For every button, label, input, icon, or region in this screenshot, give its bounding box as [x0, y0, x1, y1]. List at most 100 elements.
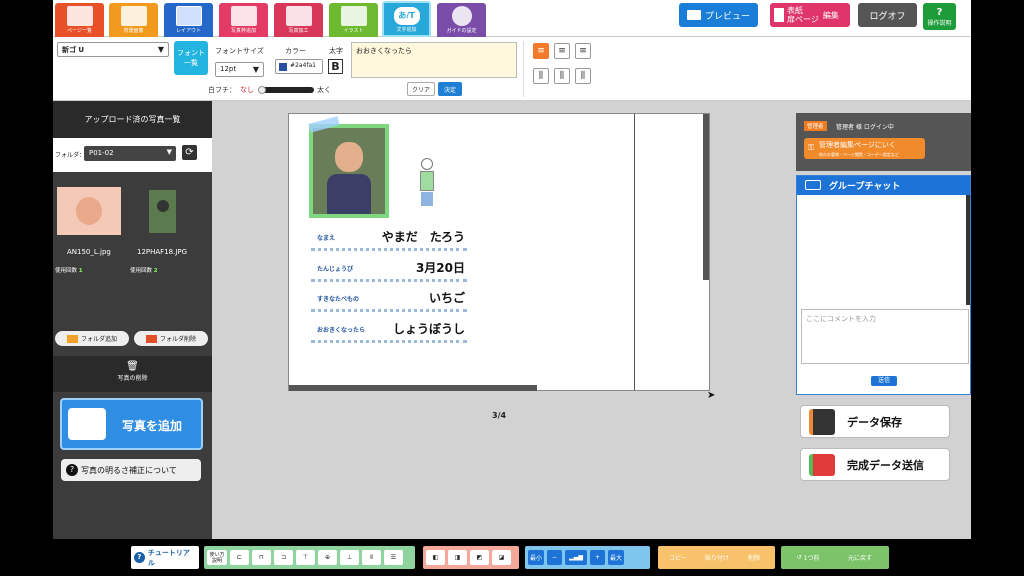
edit-tools: コピー 貼り付け 削除	[658, 546, 775, 569]
tab-guide-settings[interactable]: ガイドの設定	[437, 3, 486, 37]
page-number: 3/4	[492, 411, 507, 420]
photo-frame[interactable]	[309, 124, 389, 218]
distribute-h-icon[interactable]: ⫴	[362, 550, 381, 565]
valign-middle-icon[interactable]: ⫼	[554, 68, 570, 84]
photo-panel: アップロード済の写真一覧 フォルダ： P01-02 ▼ ⟳ AN150_L.jpg…	[53, 101, 212, 539]
zoom-level-icon: ▂▄▆	[565, 550, 588, 565]
laptop-send-icon	[809, 453, 835, 476]
chat-scrollbar[interactable]	[966, 195, 970, 305]
zoom-max-button[interactable]: 最大	[608, 550, 625, 565]
monitor-icon	[686, 10, 701, 20]
tab-page-list[interactable]: ページ一覧	[55, 3, 104, 37]
tab-photo-frame[interactable]: 写真枠追加	[219, 3, 268, 37]
font-list-button[interactable]: フォント 一覧	[174, 41, 208, 75]
photo-thumbnail[interactable]	[57, 187, 121, 235]
apply-button[interactable]: 決定	[438, 82, 462, 96]
bring-front-icon[interactable]: ◧	[426, 550, 445, 565]
layout-icon	[175, 6, 202, 26]
refresh-icon[interactable]: ⟳	[182, 145, 197, 160]
delete-button[interactable]: 削除	[739, 550, 769, 565]
distribute-v-icon[interactable]: ☰	[384, 550, 403, 565]
chat-icon	[805, 180, 821, 190]
boy-illustration[interactable]	[415, 158, 439, 212]
folder-select[interactable]: P01-02 ▼	[84, 146, 176, 161]
background-icon	[120, 6, 147, 26]
tab-text-add[interactable]: あ/T 文字追加	[382, 1, 431, 37]
color-picker[interactable]: #2a4fa1	[275, 59, 323, 74]
horizontal-scrollbar[interactable]	[289, 385, 537, 391]
clear-button[interactable]: クリア	[407, 82, 435, 96]
zoom-in-icon[interactable]: +	[590, 550, 606, 565]
send-backward-icon[interactable]: ◩	[470, 550, 489, 565]
photo-thumbnail[interactable]	[149, 190, 176, 233]
delete-photo-button[interactable]: 🗑 写真の削除	[53, 356, 212, 392]
question-icon: ?	[66, 464, 78, 476]
save-data-button[interactable]: データ保存	[800, 405, 950, 438]
delete-folder-button[interactable]: フォルダ削除	[134, 331, 208, 346]
align-center-icon[interactable]: ⊓	[252, 550, 271, 565]
submit-data-button[interactable]: 完成データ送信	[800, 448, 950, 481]
cover-edit-button[interactable]: 表紙 扉ページ 編集	[770, 3, 850, 27]
group-chat: グループチャット ここにコメントを入力 送信	[796, 175, 971, 395]
align-bottom-icon[interactable]: ⊥	[340, 550, 359, 565]
page-list-icon	[66, 6, 93, 26]
profile-row[interactable]: すきなたべもの いちご	[311, 286, 467, 312]
paste-button[interactable]: 貼り付け	[698, 550, 736, 565]
tab-illustration[interactable]: イラスト	[329, 3, 378, 37]
dropdown-arrow-icon: ▼	[252, 65, 259, 74]
font-size-label: フォントサイズ	[215, 47, 264, 55]
undo-icon: ↺	[796, 554, 802, 561]
preview-button[interactable]: プレビュー	[679, 3, 758, 27]
tab-layout[interactable]: レイアウト	[164, 3, 213, 37]
zoom-out-icon[interactable]: −	[547, 550, 563, 565]
slider-handle[interactable]	[258, 86, 266, 94]
tab-background[interactable]: 背景画像	[109, 3, 158, 37]
send-button[interactable]: 送信	[871, 376, 897, 386]
guide-grid-icon	[451, 6, 472, 26]
brightness-help-button[interactable]: ? 写真の明るさ補正について	[61, 459, 201, 481]
align-left-icon[interactable]: ≡	[533, 43, 549, 59]
photo-use-count: 使用回数 1	[55, 268, 83, 274]
add-folder-button[interactable]: フォルダ追加	[55, 331, 129, 346]
valign-top-icon[interactable]: ⫼	[533, 68, 549, 84]
copy-button[interactable]: コピー	[661, 550, 695, 565]
usage-help-button[interactable]: 使い方 説明	[207, 550, 227, 565]
tab-photo-edit[interactable]: 写真加工	[274, 3, 323, 37]
align-left-icon[interactable]: ⊏	[230, 550, 249, 565]
add-photo-button[interactable]: 写真を追加	[60, 398, 203, 450]
album-page[interactable]: なまえ やまだ たろう たんじょうび 3月20日 すきなたべもの いちご おおきくなっ…	[288, 113, 710, 391]
send-back-icon[interactable]: ◪	[492, 550, 511, 565]
align-top-icon[interactable]: ⊤	[296, 550, 315, 565]
help-button[interactable]: ? 操作説明	[923, 3, 956, 30]
align-center-icon[interactable]: ≡	[554, 43, 570, 59]
comment-input[interactable]: ここにコメントを入力	[801, 309, 969, 364]
align-middle-icon[interactable]: ⊕	[318, 550, 337, 565]
outline-slider[interactable]	[258, 86, 314, 94]
child-photo	[313, 128, 385, 214]
text-input[interactable]: おおきくなったら	[351, 42, 517, 78]
zoom-tools: 最小 − ▂▄▆ + 最大	[525, 546, 650, 569]
valign-bottom-icon[interactable]: ⫼	[575, 68, 591, 84]
bold-button[interactable]: B	[328, 59, 343, 74]
folder-plus-icon	[66, 334, 78, 343]
undo-button[interactable]: ↺ 1つ前	[784, 550, 832, 565]
vertical-scrollbar[interactable]	[703, 114, 709, 280]
profile-row[interactable]: なまえ やまだ たろう	[311, 225, 467, 251]
folder-row: フォルダ： P01-02 ▼ ⟳	[53, 138, 212, 172]
photo-filename: AN150_L.jpg	[67, 248, 111, 256]
align-right-icon[interactable]: ⊐	[274, 550, 293, 565]
bring-forward-icon[interactable]: ◨	[448, 550, 467, 565]
profile-row[interactable]: たんじょうび 3月20日	[311, 256, 467, 282]
align-right-icon[interactable]: ≡	[575, 43, 591, 59]
tutorial-button[interactable]: ? チュートリアル	[131, 546, 199, 569]
align-tools: 使い方 説明 ⊏ ⊓ ⊐ ⊤ ⊕ ⊥ ⫴ ☰	[204, 546, 415, 569]
profile-row[interactable]: おおきくなったら しょうぼうし	[311, 317, 467, 343]
font-size-select[interactable]: 12pt ▼	[215, 62, 264, 77]
photo-frame-icon	[230, 6, 257, 26]
font-select[interactable]: 新ゴ U ▼	[57, 42, 169, 57]
admin-page-button[interactable]: ⚿ 管理者編集ページにいく 他のお客様・ページ閲覧・コーデー設定など	[804, 138, 925, 159]
redo-button[interactable]: 元に戻す	[835, 550, 885, 565]
photos-icon	[68, 408, 106, 440]
zoom-min-button[interactable]: 最小	[528, 550, 545, 565]
logoff-button[interactable]: ログオフ	[858, 3, 917, 27]
